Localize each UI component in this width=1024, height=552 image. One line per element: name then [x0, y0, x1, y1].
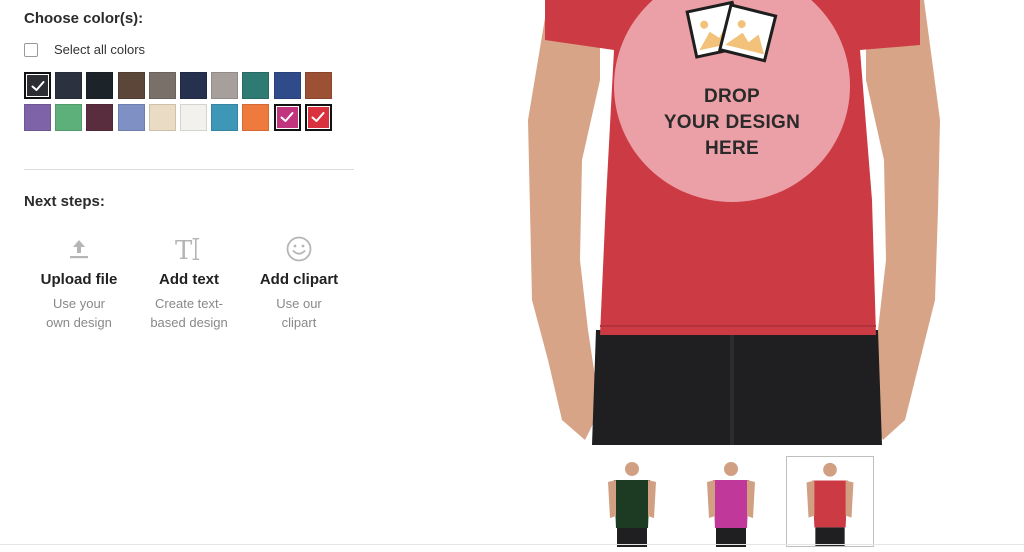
color-swatch[interactable]: [148, 103, 176, 131]
color-swatch[interactable]: [148, 72, 176, 99]
color-swatch[interactable]: [211, 103, 239, 131]
images-icon: [685, 0, 778, 63]
thumbnail-red-selected[interactable]: [786, 456, 874, 547]
add-text-title: Add text: [159, 271, 219, 288]
desc-line: Use your: [52, 296, 106, 311]
thumbnail-image: [608, 462, 656, 547]
text-icon: T: [134, 234, 244, 264]
upload-icon: [24, 234, 134, 264]
desc-line: based design: [150, 315, 228, 330]
color-swatch[interactable]: [180, 72, 207, 99]
thumbnail-image: [707, 462, 755, 547]
color-swatch[interactable]: [24, 72, 51, 99]
color-swatch[interactable]: [86, 103, 114, 131]
thumbnail-dark-green[interactable]: [588, 456, 676, 547]
thumbnail-image: [806, 462, 854, 546]
checkbox-box[interactable]: [24, 42, 38, 57]
desc-line: Use our: [276, 296, 322, 311]
select-all-label: Select all colors: [54, 42, 146, 57]
thumbnail-magenta[interactable]: [687, 456, 775, 547]
desc-line: clipart: [281, 315, 317, 330]
select-all-colors-checkbox[interactable]: Select all colors: [24, 42, 145, 57]
section-divider: [24, 169, 354, 170]
svg-text:T: T: [175, 236, 193, 263]
color-swatch[interactable]: [55, 72, 83, 99]
bottom-divider: [0, 544, 1024, 545]
choose-colors-heading: Choose color(s):: [24, 10, 144, 27]
next-steps-heading: Next steps:: [24, 193, 105, 210]
desc-line: own design: [46, 315, 112, 330]
color-swatch[interactable]: [24, 103, 51, 131]
color-swatch[interactable]: [304, 72, 332, 99]
drop-design-label: DROP YOUR DESIGN HERE: [614, 84, 850, 162]
add-clipart-desc: Use our clipart: [244, 294, 354, 332]
add-text-option[interactable]: T Add text Create text- based design: [134, 234, 244, 332]
color-swatch[interactable]: [180, 103, 207, 131]
color-swatch[interactable]: [242, 72, 270, 99]
checkmark-icon: [280, 112, 294, 122]
checkmark-icon: [31, 80, 44, 91]
checkmark-icon: [311, 112, 325, 122]
desc-line: Create text-: [155, 296, 223, 311]
color-swatch[interactable]: [117, 103, 145, 131]
add-text-desc: Create text- based design: [134, 294, 244, 332]
drop-line: DROP: [703, 86, 761, 107]
upload-file-desc: Use your own design: [24, 294, 134, 332]
drop-line: HERE: [705, 138, 759, 159]
upload-file-title: Upload file: [40, 271, 118, 288]
options-panel: Choose color(s): Select all colors Next …: [0, 0, 380, 547]
color-swatch[interactable]: [211, 72, 239, 99]
upload-file-option[interactable]: Upload file Use your own design: [24, 234, 134, 332]
color-swatch[interactable]: [86, 72, 114, 99]
add-clipart-title: Add clipart: [259, 271, 339, 288]
color-swatch[interactable]: [273, 72, 301, 99]
color-swatch[interactable]: [304, 103, 332, 131]
add-clipart-option[interactable]: Add clipart Use our clipart: [244, 234, 354, 332]
smiley-icon: [244, 234, 354, 264]
color-swatch[interactable]: [273, 103, 301, 131]
color-swatch[interactable]: [117, 72, 145, 99]
color-swatch[interactable]: [55, 103, 83, 131]
color-swatch[interactable]: [242, 103, 270, 131]
drop-line: YOUR DESIGN: [663, 112, 801, 133]
